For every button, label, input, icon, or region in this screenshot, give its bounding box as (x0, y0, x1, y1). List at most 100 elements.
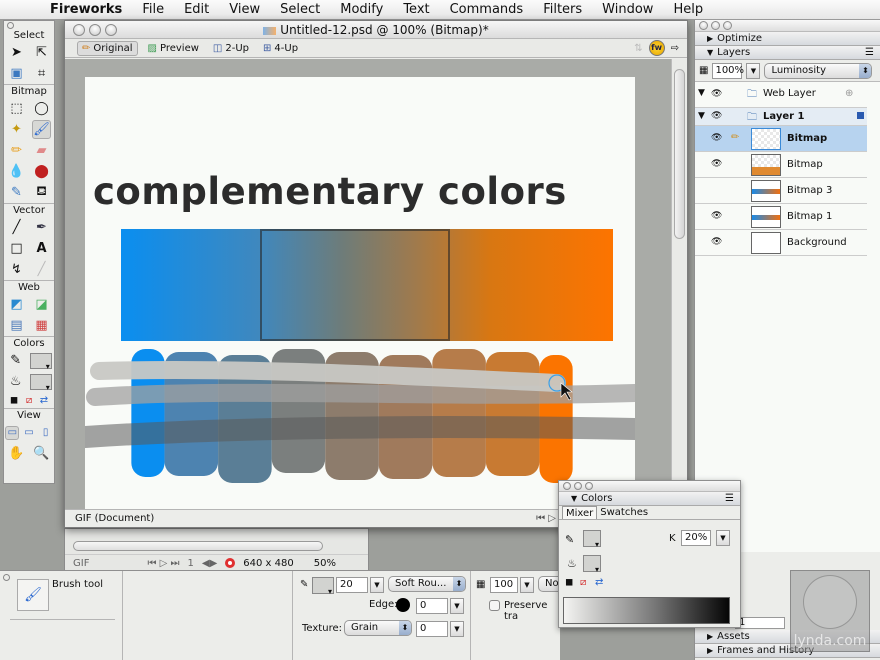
properties-collapse-button[interactable] (3, 574, 10, 581)
standard-screen-mode-icon[interactable]: ▭ (5, 425, 20, 440)
dock-close-button[interactable] (699, 21, 708, 30)
lasso-tool-icon[interactable]: ◯ (32, 99, 51, 118)
tab-swatches[interactable]: Swatches (597, 506, 651, 519)
mixer-fill-swatch[interactable] (583, 555, 601, 574)
layer-opacity-field[interactable]: 100% (712, 62, 744, 79)
subselection-tool-icon[interactable]: ⇱ (32, 43, 51, 62)
tab-original[interactable]: ✏ Original (77, 40, 138, 56)
tab-preview[interactable]: ▨ Preview (144, 42, 203, 55)
hotspot-tool-icon[interactable]: ◩ (7, 295, 26, 314)
menu-select[interactable]: Select (270, 2, 330, 17)
hand-tool-icon[interactable]: ✋ (7, 444, 26, 463)
menu-filters[interactable]: Filters (533, 2, 592, 17)
dock-window-bar[interactable] (695, 20, 880, 32)
eye-icon[interactable]: 👁 (711, 133, 722, 143)
layer-row-bitmap-selected[interactable]: 👁 ✏ Bitmap (695, 126, 867, 152)
frame-controls[interactable]: ⏮ ▷ ⏭ (147, 558, 179, 569)
layer-opacity-dropdown[interactable]: ▼ (746, 62, 761, 79)
texture-select[interactable]: Grain (344, 620, 412, 636)
stroke-category-select[interactable]: Soft Rou... (388, 576, 466, 592)
blur-tool-icon[interactable]: 💧 (7, 162, 26, 181)
menu-text[interactable]: Text (393, 2, 439, 17)
stop-icon[interactable] (225, 558, 236, 568)
eraser-tool-icon[interactable]: ▰ (32, 141, 51, 160)
k-channel-dropdown[interactable]: ▼ (716, 530, 730, 546)
eye-icon[interactable]: 👁 (711, 211, 722, 221)
menu-view[interactable]: View (219, 2, 270, 17)
color-ramp[interactable] (563, 597, 730, 624)
eye-icon[interactable]: 👁 (711, 159, 722, 169)
stroke-size-dropdown[interactable]: ▼ (370, 577, 384, 593)
edge-dropdown[interactable]: ▼ (450, 598, 464, 614)
colors-panel-header[interactable]: ▼ Colors ☰ (559, 492, 740, 506)
dock-minimize-button[interactable] (711, 21, 720, 30)
colors-minimize-button[interactable] (574, 482, 582, 490)
rubber-stamp-tool-icon[interactable]: ⬤ (32, 162, 51, 181)
paint-bucket-tool-icon[interactable]: ⛾ (32, 183, 51, 202)
zoom-tool-icon[interactable]: 🔍 (32, 444, 51, 463)
freeform-tool-icon[interactable]: ↯ (7, 260, 26, 279)
layer-row-layer-1[interactable]: ▼ 👁 🗀 Layer 1 (695, 108, 867, 126)
document-title-bar[interactable]: Untitled-12.psd @ 100% (Bitmap)* (65, 21, 687, 39)
default-colors-icon[interactable]: ◼ (565, 577, 573, 588)
texture-amount-dropdown[interactable]: ▼ (450, 621, 464, 637)
frame-select[interactable]: 1 (735, 617, 785, 629)
eye-icon[interactable]: 👁 (711, 237, 722, 247)
expand-triangle-icon[interactable]: ▼ (698, 111, 705, 121)
pointer-tool-icon[interactable]: ➤ (7, 43, 26, 62)
swap-colors-icon[interactable]: ⇄ (595, 577, 603, 588)
vertical-scroll-thumb[interactable] (674, 69, 685, 239)
opacity-dropdown[interactable]: ▼ (520, 577, 534, 593)
menu-window[interactable]: Window (592, 2, 663, 17)
mixer-stroke-swatch[interactable] (583, 530, 601, 549)
k-channel-field[interactable]: 20% (681, 530, 711, 546)
stroke-color-well[interactable] (312, 577, 334, 596)
eye-icon[interactable]: 👁 (711, 89, 722, 99)
layer-row-bitmap-3[interactable]: Bitmap 3 (695, 178, 867, 204)
opacity-field[interactable]: 100 (490, 577, 518, 593)
marquee-tool-icon[interactable]: ⬚ (7, 99, 26, 118)
zoom-level-menu[interactable]: 50% (314, 558, 336, 569)
menu-app-name[interactable]: Fireworks (46, 2, 132, 17)
edge-field[interactable]: 0 (416, 598, 448, 614)
no-color-icon[interactable]: ⧄ (580, 577, 586, 588)
full-screen-mode-icon[interactable]: ▯ (39, 426, 53, 440)
magic-wand-tool-icon[interactable]: ✦ (7, 120, 26, 139)
layer-row-web-layer[interactable]: ▼ 👁 🗀 Web Layer ⊕ (695, 82, 867, 108)
scale-tool-icon[interactable]: ▣ (7, 64, 26, 83)
layer-row-bitmap[interactable]: 👁 Bitmap (695, 152, 867, 178)
colors-window-bar[interactable] (559, 481, 740, 492)
menu-modify[interactable]: Modify (330, 2, 393, 17)
texture-amount-field[interactable]: 0 (416, 621, 448, 637)
colors-close-button[interactable] (563, 482, 571, 490)
eye-icon[interactable]: 👁 (711, 111, 722, 121)
colors-zoom-button[interactable] (585, 482, 593, 490)
frame-step-controls[interactable]: ◀▶ (202, 558, 217, 569)
panel-options-menu-icon[interactable]: ☰ (865, 46, 874, 60)
menu-commands[interactable]: Commands (440, 2, 534, 17)
preserve-transparency-checkbox[interactable] (489, 600, 500, 611)
layer-blend-mode-select[interactable]: Luminosity (764, 62, 873, 79)
expand-triangle-icon[interactable]: ▼ (698, 88, 705, 98)
brush-tool-icon[interactable]: 🖌 (32, 120, 51, 139)
fireworks-edit-icon[interactable]: fw (648, 40, 665, 56)
zoom-window-button[interactable] (105, 24, 117, 36)
jump-arrow-icon[interactable]: ⇨ (671, 43, 679, 54)
horizontal-scrollbar[interactable] (73, 541, 323, 551)
layers-panel-header[interactable]: ▼ Layers ☰ (695, 46, 880, 60)
close-window-button[interactable] (73, 24, 85, 36)
tab-2-up[interactable]: ◫ 2-Up (209, 42, 253, 55)
knife-tool-icon[interactable]: ╱ (32, 260, 51, 279)
minimize-window-button[interactable] (89, 24, 101, 36)
crop-tool-icon[interactable]: ⌗ (32, 64, 51, 83)
menu-file[interactable]: File (132, 2, 174, 17)
pen-tool-icon[interactable]: ✒ (32, 218, 51, 237)
full-screen-menus-mode-icon[interactable]: ▭ (22, 426, 36, 440)
dock-zoom-button[interactable] (723, 21, 732, 30)
hide-slices-icon[interactable]: ▤ (7, 316, 26, 335)
stroke-size-field[interactable]: 20 (336, 577, 368, 593)
default-colors-icon[interactable]: ◼ (8, 394, 20, 406)
menu-help[interactable]: Help (663, 2, 713, 17)
panel-options-menu-icon[interactable]: ☰ (725, 492, 734, 506)
tab-4-up[interactable]: ⊞ 4-Up (259, 42, 302, 55)
